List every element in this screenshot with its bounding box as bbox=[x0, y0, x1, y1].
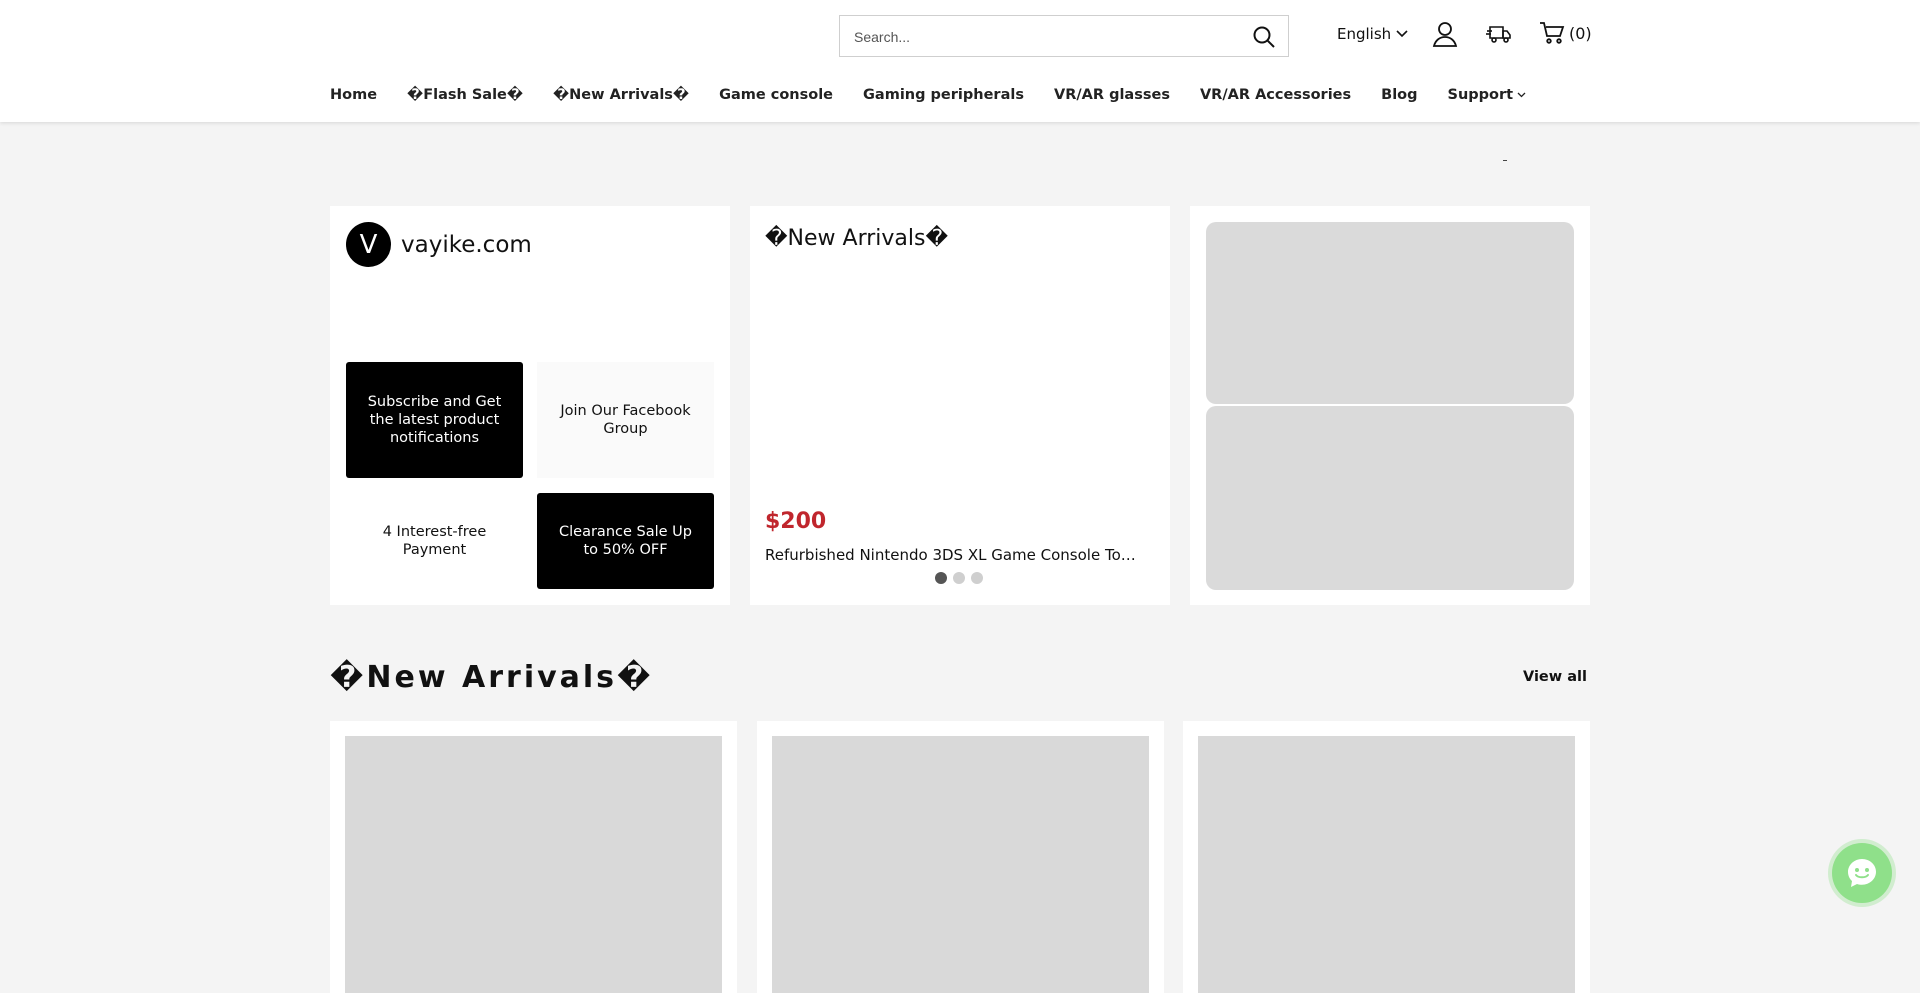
divider bbox=[1503, 160, 1507, 161]
brand-logo: V bbox=[346, 222, 391, 267]
product-image[interactable] bbox=[345, 736, 722, 993]
subscribe-tile[interactable]: Subscribe and Get the latest product not… bbox=[346, 362, 523, 478]
nav-item-new-arrivals[interactable]: �New Arrivals� bbox=[553, 87, 689, 103]
nav-item-label: �New Arrivals� bbox=[553, 87, 690, 103]
nav-item-label: Gaming peripherals bbox=[863, 87, 1024, 103]
language-label: English bbox=[1337, 25, 1392, 43]
section-title: �New Arrivals� bbox=[330, 660, 654, 695]
nav-item-gaming-peripherals[interactable]: Gaming peripherals bbox=[863, 87, 1024, 103]
nav-item-home[interactable]: Home bbox=[330, 87, 377, 103]
nav-item-label: Game console bbox=[719, 87, 834, 103]
truck-icon[interactable] bbox=[1485, 20, 1513, 48]
product-card[interactable] bbox=[757, 721, 1164, 993]
cart-count: (0) bbox=[1569, 23, 1592, 43]
nav-item-label: �Flash Sale� bbox=[407, 87, 524, 103]
nav-item-label: VR/AR Accessories bbox=[1199, 87, 1352, 103]
product-image[interactable] bbox=[1198, 736, 1575, 993]
search-input[interactable] bbox=[854, 27, 1234, 47]
promo-banner-image[interactable] bbox=[1206, 406, 1574, 590]
user-icon[interactable] bbox=[1431, 20, 1459, 48]
chevron-down-icon bbox=[1396, 30, 1408, 38]
product-image[interactable] bbox=[772, 736, 1149, 993]
site-header: English (0) Home �Flash Sale� �New Arriv… bbox=[0, 0, 1920, 122]
chat-icon bbox=[1848, 859, 1876, 887]
cart-button[interactable]: (0) bbox=[1539, 21, 1592, 45]
cart-icon bbox=[1540, 22, 1565, 44]
chat-button[interactable] bbox=[1832, 843, 1892, 903]
product-card[interactable] bbox=[330, 721, 737, 993]
interest-free-payment-tile[interactable]: 4 Interest-free Payment bbox=[346, 493, 523, 589]
language-selector[interactable]: English bbox=[1337, 25, 1408, 43]
nav-item-label: Home bbox=[330, 87, 378, 103]
brand[interactable]: V vayike.com bbox=[346, 222, 532, 267]
new-arrivals-carousel: �New Arrivals� $200 Refurbished Nintendo… bbox=[750, 206, 1170, 605]
nav-item-support[interactable]: Support bbox=[1448, 87, 1527, 103]
view-all-link[interactable]: View all bbox=[1523, 669, 1587, 685]
product-name[interactable]: Refurbished Nintendo 3DS XL Game Console… bbox=[765, 546, 1145, 564]
brand-name: vayike.com bbox=[401, 231, 532, 258]
promo-banners-card bbox=[1190, 206, 1590, 605]
nav-item-label: Support bbox=[1447, 87, 1514, 103]
carousel-dot[interactable] bbox=[971, 572, 983, 584]
clearance-sale-tile[interactable]: Clearance Sale Up to 50% OFF bbox=[537, 493, 714, 589]
search-icon[interactable] bbox=[1252, 25, 1276, 49]
main-nav: Home �Flash Sale� �New Arrivals� Game co… bbox=[330, 87, 1556, 103]
carousel-dot[interactable] bbox=[953, 572, 965, 584]
nav-item-flash-sale[interactable]: �Flash Sale� bbox=[407, 87, 523, 103]
promo-banner-image[interactable] bbox=[1206, 222, 1574, 404]
search-box bbox=[839, 15, 1289, 57]
carousel-dot[interactable] bbox=[935, 572, 947, 584]
nav-item-blog[interactable]: Blog bbox=[1381, 87, 1417, 103]
product-card[interactable] bbox=[1183, 721, 1590, 993]
nav-item-label: Blog bbox=[1381, 87, 1418, 103]
nav-item-vr-ar-accessories[interactable]: VR/AR Accessories bbox=[1200, 87, 1351, 103]
brand-card: V vayike.com Subscribe and Get the lates… bbox=[330, 206, 730, 605]
carousel-title: �New Arrivals� bbox=[765, 226, 949, 251]
carousel-dots bbox=[935, 572, 983, 584]
chevron-down-icon bbox=[1517, 92, 1526, 98]
facebook-group-tile[interactable]: Join Our Facebook Group bbox=[537, 362, 714, 478]
nav-item-game-console[interactable]: Game console bbox=[719, 87, 833, 103]
nav-item-vr-ar-glasses[interactable]: VR/AR glasses bbox=[1054, 87, 1170, 103]
product-price: $200 bbox=[765, 509, 827, 534]
nav-item-label: VR/AR glasses bbox=[1053, 87, 1170, 103]
